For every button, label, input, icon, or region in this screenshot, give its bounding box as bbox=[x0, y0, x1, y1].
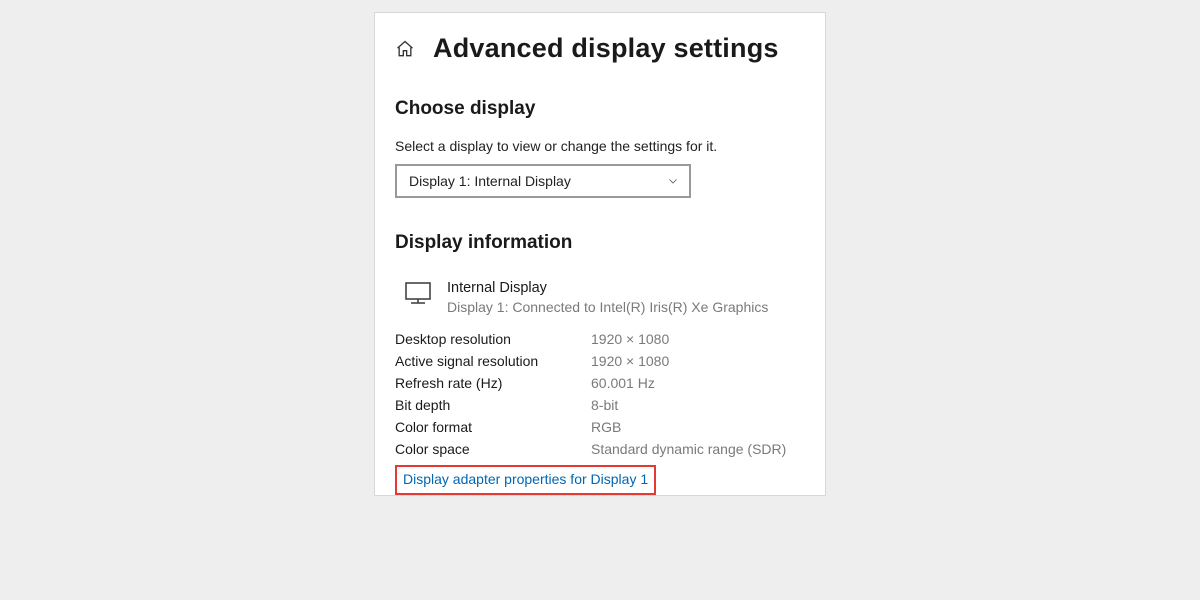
info-row: Refresh rate (Hz) 60.001 Hz bbox=[395, 375, 805, 391]
adapter-link-highlight: Display adapter properties for Display 1 bbox=[395, 465, 656, 495]
settings-panel: Advanced display settings Choose display… bbox=[374, 12, 826, 496]
info-value: 1920 × 1080 bbox=[591, 331, 669, 347]
info-value: RGB bbox=[591, 419, 621, 435]
info-row: Desktop resolution 1920 × 1080 bbox=[395, 331, 805, 347]
display-identity-text: Internal Display Display 1: Connected to… bbox=[447, 280, 768, 315]
info-label: Bit depth bbox=[395, 397, 591, 413]
info-label: Active signal resolution bbox=[395, 353, 591, 369]
display-connection-text: Display 1: Connected to Intel(R) Iris(R)… bbox=[447, 299, 768, 315]
chevron-down-icon bbox=[667, 175, 679, 187]
page-title: Advanced display settings bbox=[433, 33, 779, 64]
display-identity-block: Internal Display Display 1: Connected to… bbox=[395, 280, 805, 315]
display-select-value: Display 1: Internal Display bbox=[409, 173, 571, 189]
info-label: Color format bbox=[395, 419, 591, 435]
info-label: Refresh rate (Hz) bbox=[395, 375, 591, 391]
choose-display-heading: Choose display bbox=[395, 98, 805, 120]
info-row: Active signal resolution 1920 × 1080 bbox=[395, 353, 805, 369]
choose-display-description: Select a display to view or change the s… bbox=[395, 138, 805, 154]
info-label: Desktop resolution bbox=[395, 331, 591, 347]
info-row: Bit depth 8-bit bbox=[395, 397, 805, 413]
info-value: 8-bit bbox=[591, 397, 618, 413]
info-value: 1920 × 1080 bbox=[591, 353, 669, 369]
display-name: Internal Display bbox=[447, 280, 768, 296]
monitor-icon bbox=[405, 280, 431, 304]
display-adapter-properties-link[interactable]: Display adapter properties for Display 1 bbox=[403, 471, 648, 487]
info-label: Color space bbox=[395, 441, 591, 457]
info-value: Standard dynamic range (SDR) bbox=[591, 441, 786, 457]
info-row: Color format RGB bbox=[395, 419, 805, 435]
display-information-heading: Display information bbox=[395, 232, 805, 254]
display-select[interactable]: Display 1: Internal Display bbox=[395, 164, 691, 198]
info-row: Color space Standard dynamic range (SDR) bbox=[395, 441, 805, 457]
info-value: 60.001 Hz bbox=[591, 375, 655, 391]
home-icon[interactable] bbox=[395, 39, 415, 59]
header-row: Advanced display settings bbox=[395, 33, 805, 64]
